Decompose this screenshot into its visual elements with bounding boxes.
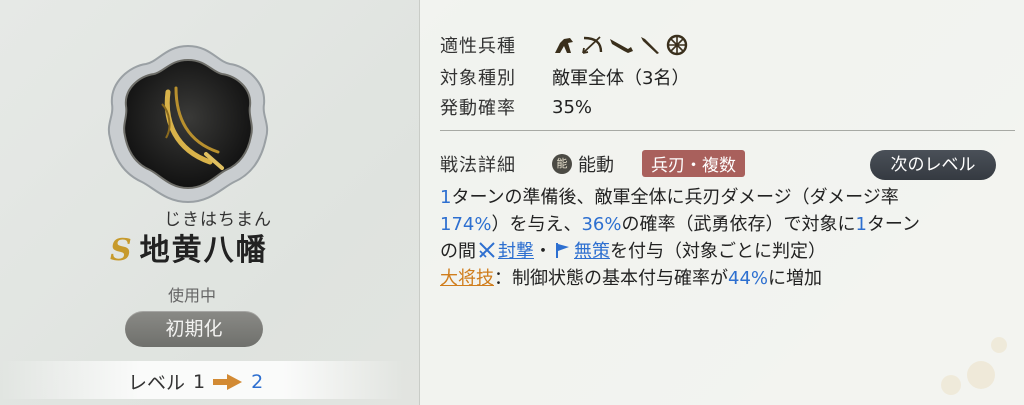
shield-icon bbox=[666, 34, 688, 56]
rate-label: 発動確率 bbox=[440, 98, 516, 119]
flag-icon bbox=[556, 243, 569, 258]
skill-description: 1ターンの準備後、敵軍全体に兵刃ダメージ（ダメージ率 174%）を与え、36%の… bbox=[440, 184, 1010, 292]
bow-icon bbox=[582, 36, 603, 54]
unit-icons bbox=[552, 34, 688, 56]
reset-button[interactable]: 初期化 bbox=[125, 311, 263, 347]
desc-line-2: 174%）を与え、36%の確率（武勇依存）で対象に1ターン bbox=[440, 214, 921, 235]
unit-label: 適性兵種 bbox=[440, 36, 516, 57]
tactic-kind: 能動 bbox=[578, 154, 614, 176]
skill-name: 地黄八幡 bbox=[139, 233, 268, 268]
cavalry-icon bbox=[555, 38, 573, 53]
skill-rank: S bbox=[110, 233, 134, 268]
spear-icon bbox=[641, 37, 659, 54]
arrow-right-icon bbox=[213, 373, 243, 390]
seal-status-link[interactable]: 封撃 bbox=[498, 241, 534, 262]
desc-line-4: 大将技：制御状態の基本付与確率が44%に増加 bbox=[440, 268, 823, 289]
next-level-button[interactable]: 次のレベル bbox=[870, 150, 996, 180]
tactic-row: 戦法詳細 能 能動 兵刃・複数 bbox=[440, 150, 745, 177]
level-label: レベル bbox=[128, 372, 186, 394]
rate-value: 35% bbox=[552, 96, 593, 118]
skill-emblem-icon bbox=[107, 44, 269, 204]
unit-row: 適性兵種 bbox=[440, 32, 688, 58]
target-value: 敵軍全体（3名） bbox=[552, 68, 690, 89]
target-label: 対象種別 bbox=[440, 68, 516, 89]
level-indicator: レベル 1 2 bbox=[128, 368, 263, 395]
tactic-tag: 兵刃・複数 bbox=[642, 150, 745, 177]
general-skill-link[interactable]: 大将技 bbox=[440, 268, 494, 289]
seal-icon bbox=[479, 242, 495, 258]
skill-detail-panel: 適性兵種 対象種別 敵軍全体（3名） 発動確率 35% 戦法詳細 能 能動 兵刃… bbox=[419, 0, 1024, 405]
skill-summary-panel: じきはちまん S 地黄八幡 使用中 初期化 レベル 1 2 bbox=[0, 0, 405, 405]
divider bbox=[440, 130, 1015, 131]
tactic-label: 戦法詳細 bbox=[440, 154, 516, 176]
gun-icon bbox=[610, 39, 633, 53]
flower-decoration bbox=[941, 337, 1007, 395]
skill-title: S 地黄八幡 bbox=[110, 225, 268, 269]
rate-row: 発動確率 35% bbox=[440, 94, 592, 120]
level-current: 1 bbox=[193, 370, 206, 393]
skill-status: 使用中 bbox=[168, 286, 217, 305]
level-next: 2 bbox=[251, 370, 264, 393]
target-row: 対象種別 敵軍全体（3名） bbox=[440, 64, 689, 90]
nostrat-status-link[interactable]: 無策 bbox=[574, 241, 610, 262]
desc-line-3: の間 封撃・ 無策を付与（対象ごとに判定） bbox=[440, 241, 826, 262]
desc-line-1: 1ターンの準備後、敵軍全体に兵刃ダメージ（ダメージ率 bbox=[440, 187, 899, 208]
active-skill-icon: 能 bbox=[552, 153, 572, 174]
